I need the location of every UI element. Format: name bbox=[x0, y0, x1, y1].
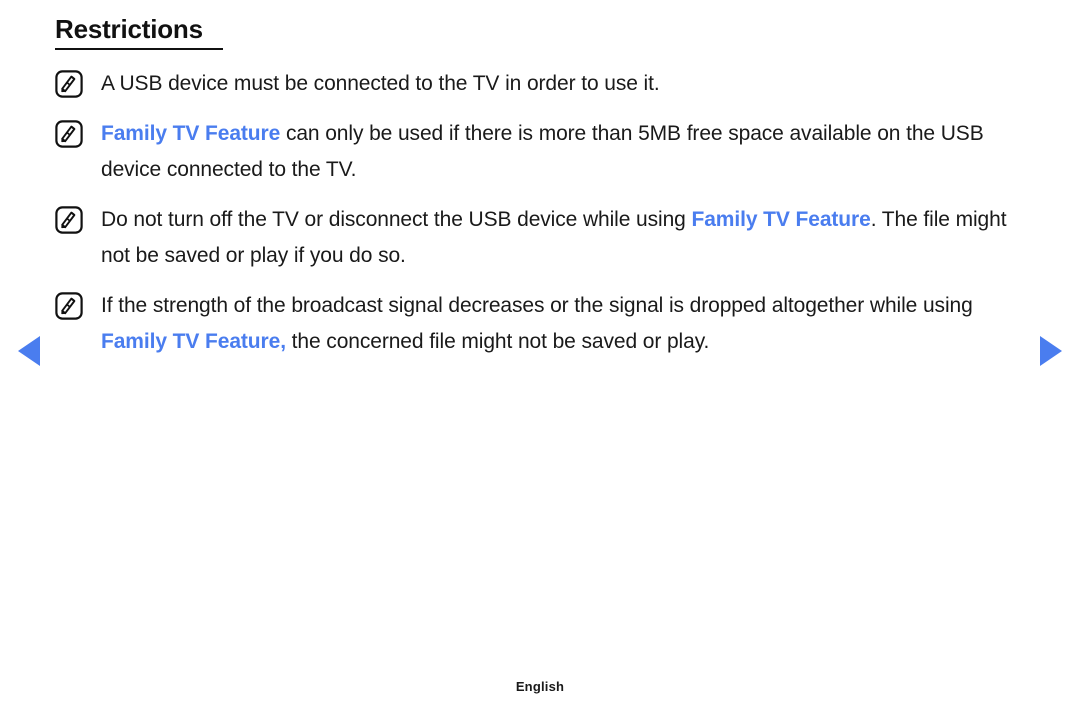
feature-name-highlight: Family TV Feature bbox=[101, 122, 281, 145]
title-underline-rule bbox=[55, 48, 223, 50]
restriction-item: If the strength of the broadcast signal … bbox=[55, 288, 1030, 360]
restriction-item-text: Family TV Feature can only be used if th… bbox=[101, 116, 1030, 188]
restrictions-list: A USB device must be connected to the TV… bbox=[55, 66, 1030, 374]
note-pen-icon bbox=[55, 70, 83, 98]
restriction-text-segment: If the strength of the broadcast signal … bbox=[101, 294, 973, 317]
restriction-item-text: If the strength of the broadcast signal … bbox=[101, 288, 1030, 360]
restriction-item: A USB device must be connected to the TV… bbox=[55, 66, 1030, 102]
restriction-text-segment: Do not turn off the TV or disconnect the… bbox=[101, 208, 692, 231]
restriction-item-text: Do not turn off the TV or disconnect the… bbox=[101, 202, 1030, 274]
feature-name-highlight: Family TV Feature, bbox=[101, 330, 286, 353]
note-pen-icon bbox=[55, 292, 83, 320]
note-pen-icon bbox=[55, 120, 83, 148]
restriction-text-segment: A USB device must be connected to the TV… bbox=[101, 72, 660, 95]
next-page-arrow-icon[interactable] bbox=[1040, 336, 1062, 366]
restriction-item-text: A USB device must be connected to the TV… bbox=[101, 66, 1030, 102]
restriction-item: Do not turn off the TV or disconnect the… bbox=[55, 202, 1030, 274]
page-title: Restrictions bbox=[55, 14, 203, 44]
note-pen-icon bbox=[55, 206, 83, 234]
restriction-item: Family TV Feature can only be used if th… bbox=[55, 116, 1030, 188]
prev-page-arrow-icon[interactable] bbox=[18, 336, 40, 366]
page-title-block: Restrictions bbox=[55, 14, 223, 50]
restriction-text-segment: the concerned file might not be saved or… bbox=[285, 330, 710, 353]
footer-language-label: English bbox=[515, 679, 565, 694]
feature-name-highlight: Family TV Feature bbox=[691, 208, 871, 231]
